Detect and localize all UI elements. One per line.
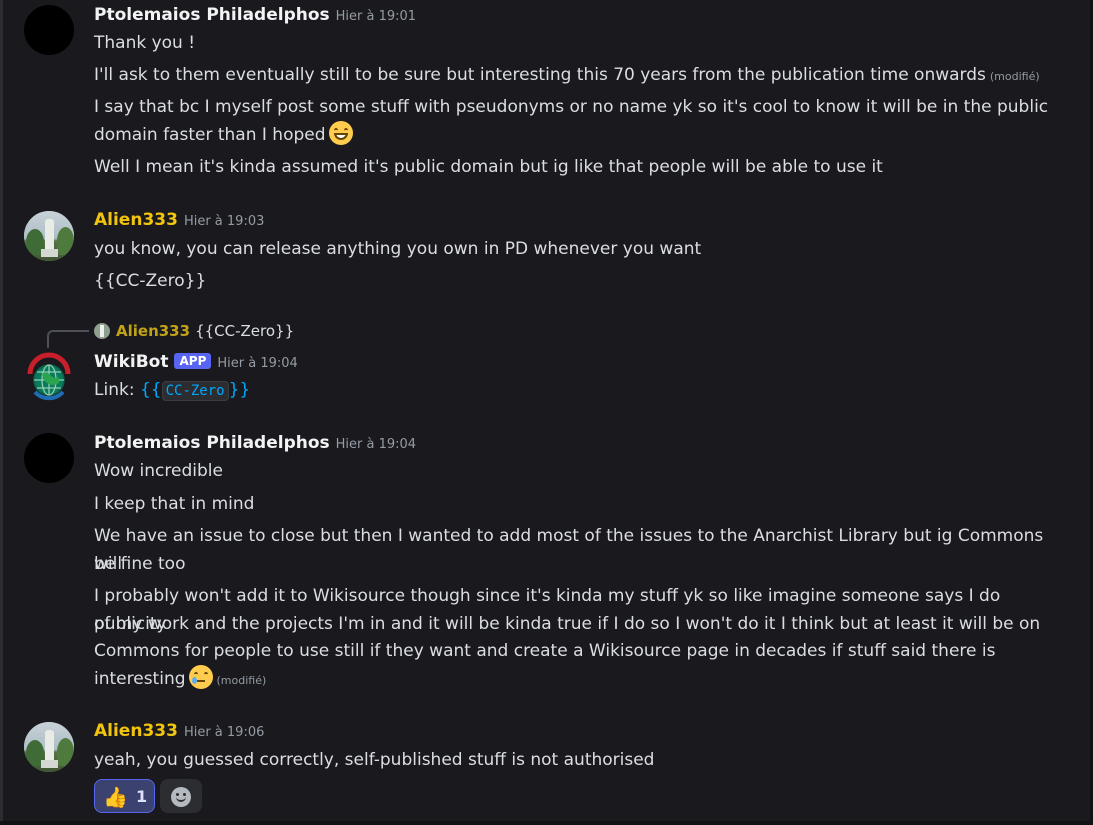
reply-author[interactable]: Alien333: [116, 322, 190, 340]
left-edge: [0, 0, 3, 825]
message-text: Wow incredible: [94, 461, 223, 481]
bottom-edge: [0, 821, 1093, 825]
username[interactable]: Ptolemaios Philadelphos: [94, 5, 330, 25]
link-prefix: Link:: [94, 380, 140, 400]
message-text: Thank you !: [94, 33, 196, 53]
message-text: Well I mean it's kinda assumed it's publ…: [94, 157, 883, 177]
avatar[interactable]: [24, 433, 74, 483]
timestamp[interactable]: Hier à 19:06: [184, 725, 264, 740]
username[interactable]: WikiBot: [94, 352, 168, 372]
message-text: interesting (modifié): [94, 665, 1074, 695]
thumbs-up-icon: 👍: [103, 785, 128, 809]
message-header: Ptolemaios Philadelphos Hier à 19:01: [94, 5, 416, 27]
message-text-content: domain faster than I hoped: [94, 125, 326, 145]
app-badge: APP: [174, 353, 212, 369]
message-text: domain faster than I hoped: [94, 121, 1074, 149]
message-text-content: I'll ask to them eventually still to be …: [94, 65, 986, 85]
avatar[interactable]: [24, 211, 74, 261]
timestamp[interactable]: Hier à 19:04: [336, 437, 416, 452]
timestamp[interactable]: Hier à 19:01: [336, 9, 416, 24]
message-header: Alien333 Hier à 19:03: [94, 210, 264, 232]
message-text: Commons for people to use still if they …: [94, 641, 996, 661]
reaction-thumbs-up[interactable]: 👍 1: [94, 779, 155, 813]
avatar[interactable]: [24, 722, 74, 772]
message-text: you know, you can release anything you o…: [94, 239, 702, 259]
wikimedia-globe-icon: [27, 352, 71, 401]
message-header: Alien333 Hier à 19:06: [94, 721, 264, 743]
message-text-content: interesting: [94, 669, 186, 689]
link-open-braces[interactable]: {{: [140, 380, 162, 400]
reply-text[interactable]: {{CC-Zero}}: [195, 322, 294, 340]
message-text: {{CC-Zero}}: [94, 271, 207, 291]
reaction-count: 1: [136, 787, 148, 806]
link-close-braces[interactable]: }}: [229, 380, 251, 400]
timestamp[interactable]: Hier à 19:04: [217, 356, 297, 371]
add-reaction-button[interactable]: [160, 779, 202, 813]
edited-label: (modifié): [216, 674, 267, 687]
face-holding-back-tears-icon: [188, 665, 213, 689]
grinning-face-icon: [328, 121, 353, 145]
edited-label: (modifié): [989, 70, 1040, 83]
message-header: WikiBot APP Hier à 19:04: [94, 352, 298, 374]
message-text: I'll ask to them eventually still to be …: [94, 61, 1074, 91]
message-text: be fine too: [94, 554, 186, 574]
add-reaction-icon: [171, 787, 191, 807]
message-header: Ptolemaios Philadelphos Hier à 19:04: [94, 433, 416, 455]
avatar[interactable]: [24, 352, 74, 402]
timestamp[interactable]: Hier à 19:03: [184, 214, 264, 229]
reply-connector: [47, 330, 89, 348]
message-text: of my work and the projects I'm in and i…: [94, 614, 1041, 634]
username[interactable]: Alien333: [94, 721, 178, 741]
template-link-code[interactable]: CC-Zero: [161, 381, 229, 401]
template-link[interactable]: {{CC-Zero}}: [140, 380, 251, 401]
reply-avatar: [94, 323, 110, 339]
reply-preview[interactable]: Alien333 {{CC-Zero}}: [94, 322, 294, 342]
message-text: I keep that in mind: [94, 494, 255, 514]
avatar[interactable]: [24, 5, 74, 55]
message-text: yeah, you guessed correctly, self-publis…: [94, 750, 655, 770]
username[interactable]: Alien333: [94, 210, 178, 230]
message-text: I say that bc I myself post some stuff w…: [94, 97, 1049, 117]
username[interactable]: Ptolemaios Philadelphos: [94, 433, 330, 453]
message-text: Link: {{CC-Zero}}: [94, 376, 1074, 405]
